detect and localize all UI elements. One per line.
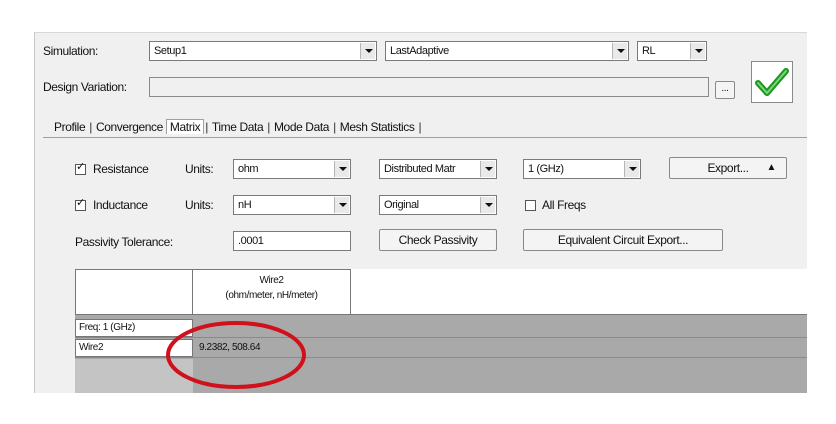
all-freqs-checkbox[interactable] xyxy=(525,200,536,211)
solution-select[interactable]: LastAdaptive xyxy=(385,41,629,61)
chevron-down-icon[interactable] xyxy=(624,161,639,177)
inductance-matrix-type-value: Original xyxy=(384,199,419,211)
tab-mode-data[interactable]: Mode Data xyxy=(271,120,332,134)
frequency-select[interactable]: 1 (GHz) xyxy=(523,159,641,179)
inductance-label: Inductance xyxy=(93,198,148,212)
simulation-label: Simulation: xyxy=(43,44,98,58)
inductance-matrix-type-select[interactable]: Original xyxy=(379,195,497,215)
tab-profile[interactable]: Profile xyxy=(51,120,88,134)
passivity-tolerance-label: Passivity Tolerance: xyxy=(75,235,173,249)
header-filler xyxy=(351,269,807,315)
tab-strip: Profile | Convergence Matrix | Time Data | Mode… xyxy=(51,119,422,137)
column-header[interactable]: Wire2 (ohm/meter, nH/meter) xyxy=(193,269,351,315)
tab-divider xyxy=(43,137,807,138)
design-variation-browse-button[interactable]: ... xyxy=(715,81,735,99)
resistance-matrix-type-select[interactable]: Distributed Matr xyxy=(379,159,497,179)
design-variation-label: Design Variation: xyxy=(43,80,127,94)
resistance-label: Resistance xyxy=(93,162,149,176)
ok-button[interactable] xyxy=(751,61,793,103)
solution-value: LastAdaptive xyxy=(390,45,449,57)
inductance-units-label: Units: xyxy=(185,198,214,212)
chevron-down-icon[interactable] xyxy=(612,43,627,59)
design-variation-field xyxy=(149,77,709,97)
dropdown-up-icon: ▲ xyxy=(766,162,777,173)
chevron-down-icon[interactable] xyxy=(360,43,375,59)
inductance-checkbox[interactable]: ✓ xyxy=(75,197,86,211)
inductance-units-value: nH xyxy=(238,199,252,211)
check-mark-icon: ✓ xyxy=(76,197,86,209)
inductance-units-select[interactable]: nH xyxy=(233,195,351,215)
equivalent-circuit-export-button[interactable]: Equivalent Circuit Export... xyxy=(523,229,723,251)
all-freqs-label: All Freqs xyxy=(542,198,586,212)
chevron-down-icon[interactable] xyxy=(480,161,495,177)
type-value: RL xyxy=(642,45,656,57)
chevron-down-icon[interactable] xyxy=(480,197,495,213)
frequency-value: 1 (GHz) xyxy=(528,163,564,175)
passivity-tolerance-value: .0001 xyxy=(238,235,264,247)
grid-corner-header xyxy=(75,269,193,315)
annotation-circle xyxy=(166,321,306,389)
resistance-units-label: Units: xyxy=(185,162,214,176)
tab-time-data[interactable]: Time Data xyxy=(209,120,266,134)
check-mark-icon: ✓ xyxy=(76,161,86,173)
check-passivity-button[interactable]: Check Passivity xyxy=(379,229,497,251)
export-button[interactable]: Export... ▲ xyxy=(669,157,787,179)
setup-select[interactable]: Setup1 xyxy=(149,41,377,61)
chevron-down-icon[interactable] xyxy=(690,43,705,59)
column-header-name: Wire2 xyxy=(259,275,284,286)
checkmark-icon xyxy=(755,68,789,96)
type-select[interactable]: RL xyxy=(637,41,707,61)
matrix-panel: Simulation: Setup1 LastAdaptive RL Desig… xyxy=(34,32,807,393)
resistance-checkbox[interactable]: ✓ xyxy=(75,161,86,175)
tab-matrix[interactable]: Matrix xyxy=(165,119,205,134)
tab-convergence[interactable]: Convergence xyxy=(93,120,166,134)
resistance-units-select[interactable]: ohm xyxy=(233,159,351,179)
column-header-units: (ohm/meter, nH/meter) xyxy=(225,290,318,301)
chevron-down-icon[interactable] xyxy=(334,161,349,177)
resistance-units-value: ohm xyxy=(238,163,259,175)
passivity-tolerance-input[interactable]: .0001 xyxy=(233,231,351,251)
tab-separator: | xyxy=(418,120,422,134)
resistance-matrix-type-value: Distributed Matr xyxy=(384,163,456,175)
tab-mesh-statistics[interactable]: Mesh Statistics xyxy=(337,120,418,134)
setup-value: Setup1 xyxy=(154,45,187,57)
export-button-label: Export... xyxy=(707,161,749,175)
chevron-down-icon[interactable] xyxy=(334,197,349,213)
